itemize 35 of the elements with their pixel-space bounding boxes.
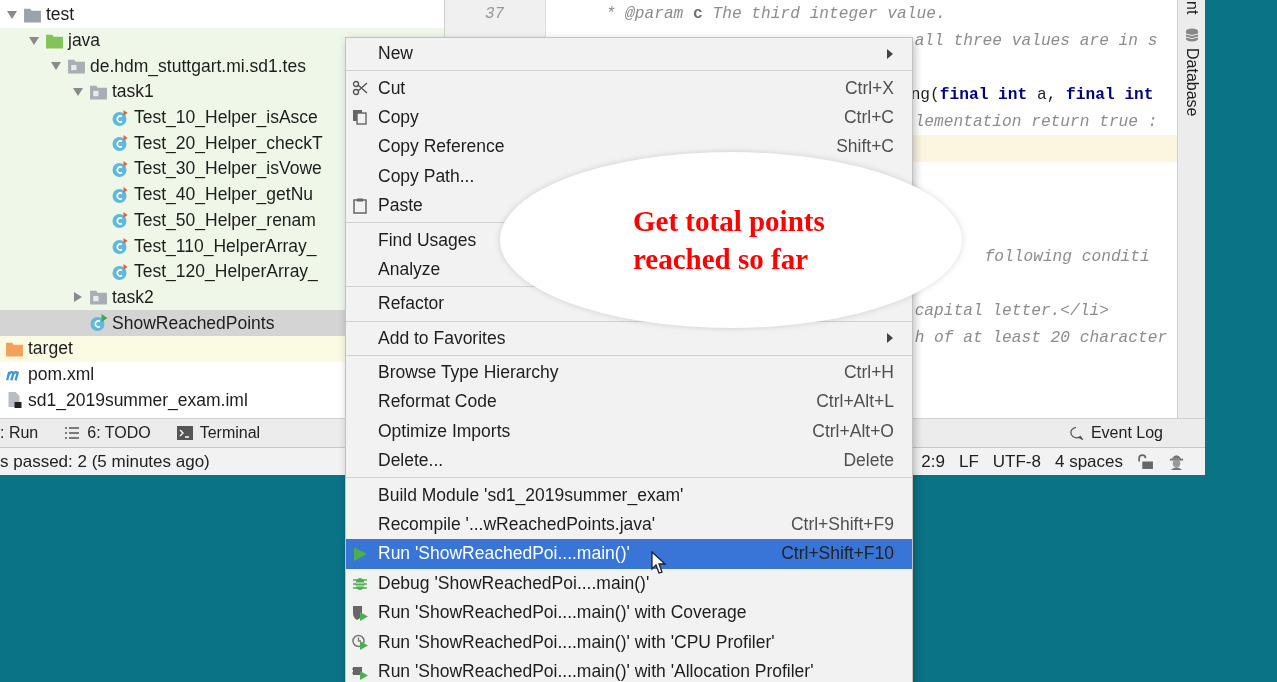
callout-text: reached so far: [633, 242, 810, 277]
tree-item-label: Test_120_HelperArray_: [134, 261, 318, 283]
line-number: 37: [485, 4, 505, 23]
shortcut-label: Ctrl+Shift+F10: [781, 543, 894, 565]
tree-item-label: task1: [112, 81, 154, 103]
tree-item-label: task2: [112, 286, 154, 308]
code-line: h of at least 20 character: [914, 328, 1168, 347]
code-line: all three values are in s: [914, 31, 1158, 50]
tree-item-label: ShowReachedPoints: [112, 312, 275, 334]
callout-text: Get total points: [633, 204, 826, 239]
tree-item-label: Test_30_Helper_isVowe: [134, 158, 322, 180]
tree-item-label: de.hdm_stuttgart.mi.sd1.tes: [90, 55, 306, 77]
shortcut-label: Ctrl+Shift+F9: [790, 514, 894, 536]
tree-item-label: pom.xml: [28, 363, 95, 385]
shortcut-label: Ctrl+C: [843, 106, 894, 128]
shortcut-label: Delete: [843, 450, 894, 472]
code-line: capital letter.</li>: [914, 301, 1109, 320]
tree-item-label: Test_20_Helper_checkT: [134, 132, 323, 154]
shortcut-label: Ctrl+Alt+O: [812, 420, 894, 442]
tree-item-label: Test_110_HelperArray_: [134, 235, 317, 257]
tree-item-label: Test_10_Helper_isAsce: [134, 107, 318, 129]
status-message: s passed: 2 (5 minutes ago): [0, 451, 210, 472]
code-line: following conditi: [984, 247, 1150, 266]
shortcut-label: Ctrl+Alt+L: [816, 391, 894, 413]
tree-item-label: target: [28, 338, 73, 360]
tree-item-label: sd1_2019summer_exam.iml: [28, 389, 248, 411]
code-line: lementation return true :: [914, 112, 1158, 131]
shortcut-label: Ctrl+X: [844, 77, 894, 99]
shortcut-label: Ctrl+H: [843, 362, 894, 384]
code-line: * @param c The third integer value.: [605, 4, 946, 23]
shortcut-label: Shift+C: [836, 136, 894, 158]
tree-item-label: Test_40_Helper_getNu: [134, 184, 313, 206]
tree-item-label: test: [46, 4, 75, 26]
tree-item-label: java: [68, 30, 101, 52]
tree-item-label: Test_50_Helper_renam: [134, 209, 316, 231]
